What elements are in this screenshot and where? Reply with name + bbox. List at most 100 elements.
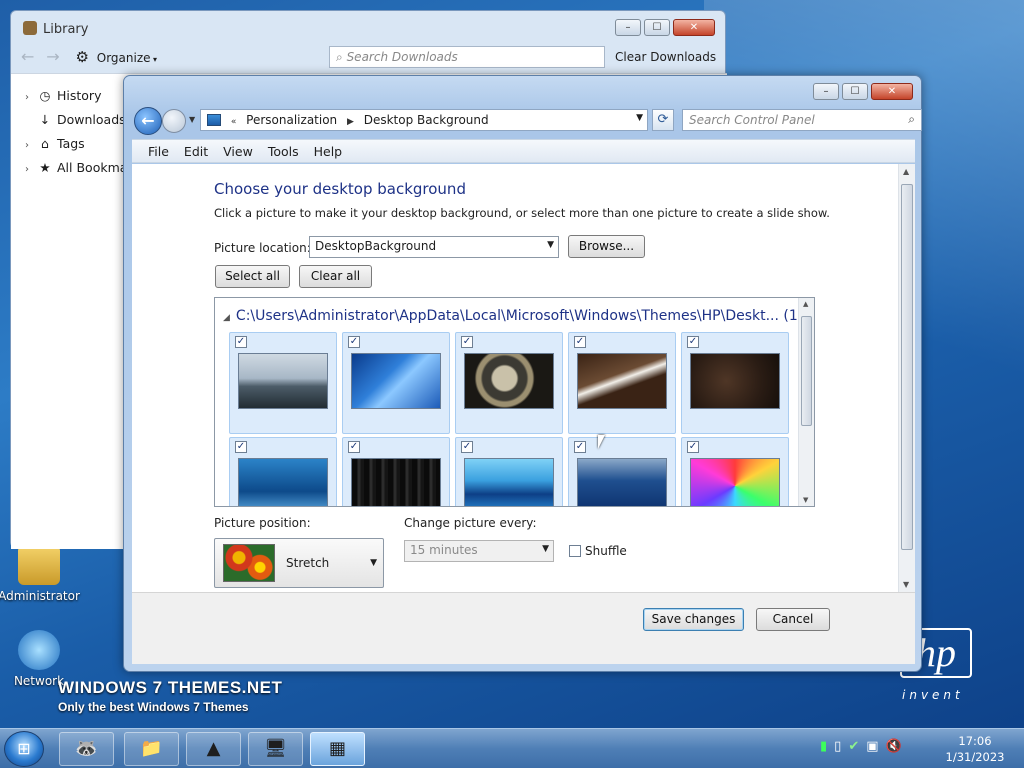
firefox-icon[interactable]: 🦝	[59, 732, 114, 766]
tile-checkbox[interactable]: ✓	[461, 441, 473, 453]
volume-mute-icon[interactable]: 🔇	[886, 739, 902, 754]
tile-checkbox[interactable]: ✓	[687, 441, 699, 453]
address-bar-row: ← ▼ « Personalization ▶ Desktop Backgrou…	[134, 107, 922, 135]
refresh-button[interactable]: ⟳	[652, 109, 674, 131]
content-scrollbar[interactable]: ▲ ▼	[898, 164, 915, 592]
star-icon: ★	[39, 160, 51, 175]
organize-menu[interactable]: Organize	[97, 51, 151, 65]
maximize-button[interactable]: ☐	[644, 19, 670, 36]
network-icon[interactable]: ▣	[866, 739, 878, 754]
wallpaper-tile[interactable]: ✓	[568, 332, 676, 434]
scroll-up-icon[interactable]: ▲	[803, 300, 808, 308]
sidebar-item-history[interactable]: › ◷ History	[25, 88, 101, 103]
maximize-button[interactable]: ☐	[842, 83, 868, 100]
scroll-thumb[interactable]	[901, 184, 913, 550]
save-changes-button[interactable]: Save changes	[643, 608, 744, 631]
menu-tools[interactable]: Tools	[268, 144, 299, 159]
tile-checkbox[interactable]: ✓	[348, 441, 360, 453]
tile-checkbox[interactable]: ✓	[574, 336, 586, 348]
cancel-button[interactable]: Cancel	[756, 608, 830, 631]
wallpaper-tile[interactable]: ✓	[342, 332, 450, 434]
minimize-button[interactable]: –	[813, 83, 839, 100]
library-toolbar: ← → ⚙ Organize ▾	[21, 47, 157, 66]
expand-arrow-icon[interactable]: ›	[25, 164, 37, 175]
picture-location-label: Picture location:	[214, 241, 311, 255]
flower-thumbnail	[223, 544, 275, 582]
change-interval-select[interactable]: 15 minutes ▼	[404, 540, 554, 562]
scroll-down-icon[interactable]: ▼	[903, 580, 909, 589]
expand-arrow-icon[interactable]: ›	[25, 140, 37, 151]
device-icon[interactable]: ▯	[834, 739, 841, 754]
chevron-down-icon[interactable]: ▼	[636, 113, 643, 123]
sidebar-item-downloads[interactable]: ↓ Downloads	[25, 112, 126, 127]
browse-button[interactable]: Browse...	[568, 235, 645, 258]
search-icon[interactable]: ⌕	[908, 112, 915, 127]
search-placeholder: Search Control Panel	[689, 113, 815, 127]
wallpaper-tile[interactable]: ✓	[455, 332, 563, 434]
clock[interactable]: 17:06 1/31/2023	[944, 733, 1006, 765]
wallpaper-tile[interactable]: ✓	[229, 437, 337, 506]
scroll-up-icon[interactable]: ▲	[903, 167, 909, 176]
address-bar[interactable]: « Personalization ▶ Desktop Background ▼	[200, 109, 648, 131]
control-panel-icon[interactable]: ▦	[310, 732, 365, 766]
forward-arrow-icon[interactable]: →	[46, 47, 59, 66]
gallery-group-header[interactable]: ◢ C:\Users\Administrator\AppData\Local\Mi…	[223, 308, 812, 324]
tile-checkbox[interactable]: ✓	[461, 336, 473, 348]
overflow-chevron-icon[interactable]: «	[231, 117, 237, 127]
back-button[interactable]: ←	[134, 107, 162, 135]
breadcrumb-separator-icon[interactable]: ▶	[347, 117, 354, 127]
picture-position-select[interactable]: Stretch ▼	[214, 538, 384, 588]
mouse-cursor-icon	[598, 435, 605, 449]
tile-checkbox[interactable]: ✓	[687, 336, 699, 348]
wallpaper-thumbnail	[238, 458, 328, 506]
close-button[interactable]: ✕	[871, 83, 913, 100]
clear-downloads-button[interactable]: Clear Downloads	[615, 50, 716, 64]
wallpaper-tile[interactable]: ✓	[229, 332, 337, 434]
wallpaper-tile[interactable]: ✓	[342, 437, 450, 506]
network-status-icon[interactable]: ▮	[820, 739, 827, 754]
security-shield-icon[interactable]: ✔	[848, 739, 859, 754]
breadcrumb-personalization[interactable]: Personalization	[246, 113, 337, 127]
close-button[interactable]: ✕	[673, 19, 715, 36]
explorer-icon[interactable]: 📁	[124, 732, 179, 766]
vlc-icon[interactable]: ▲	[186, 732, 241, 766]
select-all-button[interactable]: Select all	[215, 265, 290, 288]
gallery-scrollbar[interactable]: ▲ ▼	[798, 298, 814, 506]
gear-icon: ⚙	[75, 48, 89, 66]
picture-location-select[interactable]: DesktopBackground ▼	[309, 236, 559, 258]
wallpaper-tile[interactable]: ✓	[568, 437, 676, 506]
picture-location-value: DesktopBackground	[315, 239, 437, 253]
wallpaper-tile[interactable]: ✓	[455, 437, 563, 506]
start-button[interactable]: ⊞	[4, 731, 44, 767]
menu-file[interactable]: File	[148, 144, 169, 159]
watermark-subtitle: Only the best Windows 7 Themes	[58, 700, 249, 714]
tile-checkbox[interactable]: ✓	[574, 441, 586, 453]
sidebar-item-tags[interactable]: › ⌂ Tags	[25, 136, 85, 151]
shuffle-checkbox[interactable]: Shuffle	[569, 544, 627, 558]
desktop-icon-administrator[interactable]: Administrator	[0, 545, 84, 603]
menu-view[interactable]: View	[223, 144, 253, 159]
forward-button[interactable]	[162, 109, 186, 133]
wallpaper-thumbnail	[690, 458, 780, 506]
collapse-triangle-icon[interactable]: ◢	[223, 313, 230, 323]
back-arrow-icon[interactable]: ←	[21, 47, 34, 66]
search-control-panel-input[interactable]: Search Control Panel ⌕	[682, 109, 922, 131]
recent-pages-dropdown[interactable]: ▼	[189, 115, 195, 124]
tile-checkbox[interactable]: ✓	[235, 441, 247, 453]
checkbox-box[interactable]	[569, 545, 581, 557]
scroll-thumb[interactable]	[801, 316, 812, 426]
minimize-button[interactable]: –	[615, 19, 641, 36]
breadcrumb-desktop-background[interactable]: Desktop Background	[364, 113, 489, 127]
wallpaper-tile[interactable]: ✓	[681, 332, 789, 434]
scroll-down-icon[interactable]: ▼	[803, 496, 808, 504]
menu-help[interactable]: Help	[314, 144, 343, 159]
downloads-search-input[interactable]: ⌕ Search Downloads	[329, 46, 605, 68]
tile-checkbox[interactable]: ✓	[348, 336, 360, 348]
shuffle-label: Shuffle	[585, 544, 627, 558]
tile-checkbox[interactable]: ✓	[235, 336, 247, 348]
menu-edit[interactable]: Edit	[184, 144, 208, 159]
network-monitor-icon[interactable]: 🖥	[248, 732, 303, 766]
clear-all-button[interactable]: Clear all	[299, 265, 372, 288]
wallpaper-tile[interactable]: ✓	[681, 437, 789, 506]
expand-arrow-icon[interactable]: ›	[25, 92, 37, 103]
